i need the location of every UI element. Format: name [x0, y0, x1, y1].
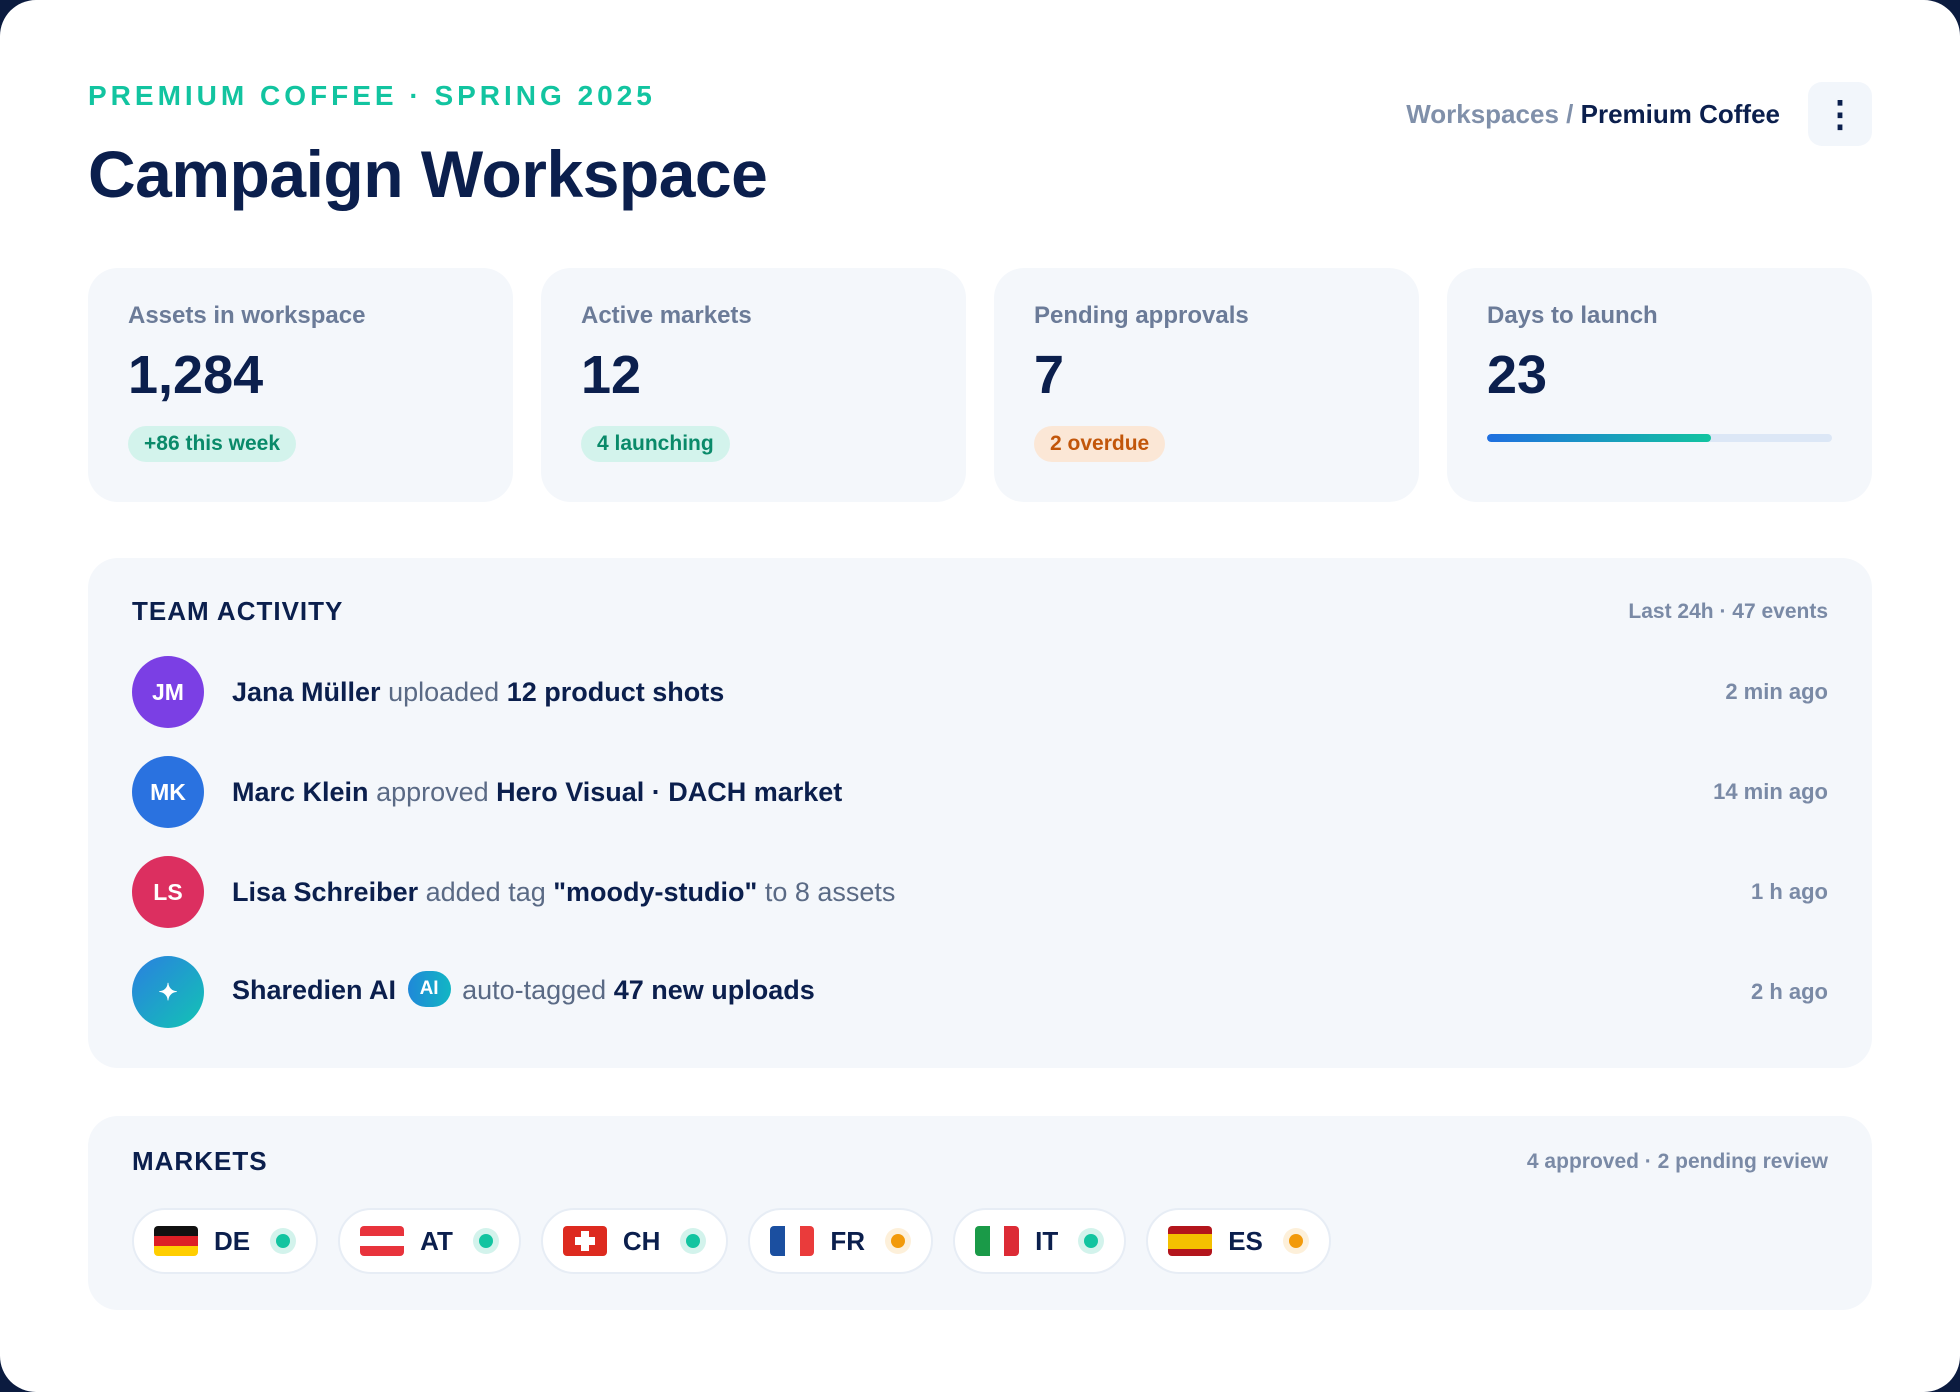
switzerland-flag-icon — [562, 1226, 607, 1256]
activity-verb: approved — [376, 776, 489, 807]
market-code: FR — [830, 1225, 866, 1256]
breadcrumb-current: Premium Coffee — [1580, 98, 1780, 129]
stat-label: Pending approvals — [1034, 302, 1249, 329]
workspace-window: PREMIUM COFFEE · SPRING 2025 Campaign Wo… — [0, 0, 1960, 1392]
stat-card-markets[interactable]: Active markets 12 4 launching — [541, 268, 966, 502]
launch-progress-fill — [1487, 434, 1712, 442]
activity-item[interactable]: MK Marc Klein approved Hero Visual · DAC… — [132, 756, 1828, 828]
market-code: CH — [622, 1225, 661, 1256]
activity-item[interactable]: JM Jana Müller uploaded 12 product shots… — [132, 656, 1828, 728]
italy-flag-icon — [975, 1226, 1020, 1256]
stat-card-approvals[interactable]: Pending approvals 7 2 overdue — [994, 268, 1419, 502]
activity-object: 12 product shots — [506, 676, 725, 707]
header-actions: Workspaces / Premium Coffee ⋮ — [1406, 82, 1872, 146]
market-list: DE AT CH FR IT ES — [132, 1208, 1331, 1274]
ai-badge: AI — [407, 971, 451, 1007]
activity-object: "moody-studio" — [553, 876, 758, 907]
page-header: PREMIUM COFFEE · SPRING 2025 Campaign Wo… — [88, 80, 1872, 220]
activity-actor: Lisa Schreiber — [232, 876, 419, 907]
market-code: DE — [214, 1225, 251, 1256]
activity-item[interactable]: ✦ Sharedien AI AI auto-tagged 47 new upl… — [132, 956, 1828, 1028]
markets-panel: MARKETS 4 approved · 2 pending review DE… — [88, 1116, 1872, 1310]
breadcrumb-separator: / — [1566, 98, 1574, 129]
approved-status-icon — [680, 1228, 707, 1254]
activity-text: Sharedien AI AI auto-tagged 47 new uploa… — [232, 971, 815, 1010]
pending-status-icon — [1282, 1228, 1309, 1254]
stat-value: 23 — [1487, 345, 1548, 405]
activity-object: Hero Visual · DACH market — [496, 776, 843, 807]
stat-label: Days to launch — [1487, 302, 1658, 329]
stat-card-launch[interactable]: Days to launch 23 — [1447, 268, 1872, 502]
market-pill-es[interactable]: ES — [1146, 1208, 1331, 1274]
avatar: LS — [132, 856, 204, 928]
stat-label: Assets in workspace — [128, 302, 366, 329]
launch-progress-bar — [1487, 434, 1832, 442]
stat-value: 1,284 — [128, 345, 264, 405]
activity-time: 2 h ago — [1750, 979, 1828, 1004]
stat-delta-badge: +86 this week — [128, 426, 296, 462]
market-pill-at[interactable]: AT — [338, 1208, 521, 1274]
activity-title: TEAM ACTIVITY — [132, 596, 344, 626]
approved-status-icon — [472, 1228, 499, 1254]
stat-label: Active markets — [581, 302, 752, 329]
activity-actor: Sharedien AI — [232, 975, 397, 1006]
market-code: ES — [1228, 1225, 1263, 1256]
stat-card-assets[interactable]: Assets in workspace 1,284 +86 this week — [88, 268, 513, 502]
activity-time: 2 min ago — [1725, 679, 1828, 704]
market-pill-fr[interactable]: FR — [748, 1208, 934, 1274]
vertical-dots-icon: ⋮ — [1822, 93, 1858, 134]
market-pill-de[interactable]: DE — [132, 1208, 319, 1274]
market-code: AT — [420, 1225, 453, 1256]
sparkle-icon: ✦ — [132, 956, 204, 1028]
breadcrumb: Workspaces / Premium Coffee — [1406, 99, 1780, 130]
avatar: MK — [132, 756, 204, 828]
activity-time: 1 h ago — [1750, 879, 1828, 904]
activity-verb: uploaded — [388, 676, 500, 707]
activity-actor: Jana Müller — [232, 676, 381, 707]
activity-meta: Last 24h · 47 events — [1628, 599, 1828, 623]
activity-verb: added tag — [425, 876, 546, 907]
activity-time: 14 min ago — [1713, 779, 1828, 804]
germany-flag-icon — [154, 1226, 198, 1256]
activity-verb: auto-tagged — [462, 975, 607, 1006]
market-code: IT — [1035, 1225, 1059, 1256]
activity-text: Jana Müller uploaded 12 product shots — [232, 677, 724, 708]
stat-launching-badge: 4 launching — [581, 426, 730, 462]
market-pill-ch[interactable]: CH — [540, 1208, 729, 1274]
activity-text: Marc Klein approved Hero Visual · DACH m… — [232, 777, 842, 808]
approved-status-icon — [270, 1228, 297, 1254]
breadcrumb-workspaces[interactable]: Workspaces — [1406, 99, 1559, 129]
markets-title: MARKETS — [132, 1146, 268, 1176]
page-title: Campaign Workspace — [88, 137, 768, 211]
avatar: JM — [132, 656, 204, 728]
spain-flag-icon — [1168, 1226, 1213, 1256]
activity-suffix: to 8 assets — [764, 876, 896, 907]
activity-actor: Marc Klein — [232, 776, 369, 807]
markets-header: MARKETS 4 approved · 2 pending review — [132, 1146, 1828, 1177]
stat-overdue-badge: 2 overdue — [1034, 426, 1166, 462]
stats-row: Assets in workspace 1,284 +86 this week … — [88, 268, 1872, 502]
stat-value: 12 — [581, 345, 642, 405]
activity-text: Lisa Schreiber added tag "moody-studio" … — [232, 877, 895, 908]
activity-item[interactable]: LS Lisa Schreiber added tag "moody-studi… — [132, 856, 1828, 928]
market-pill-it[interactable]: IT — [953, 1208, 1127, 1274]
markets-meta: 4 approved · 2 pending review — [1526, 1149, 1828, 1173]
austria-flag-icon — [360, 1226, 405, 1256]
team-activity-panel: TEAM ACTIVITY Last 24h · 47 events JM Ja… — [88, 558, 1872, 1068]
activity-object: 47 new uploads — [613, 975, 815, 1006]
activity-header: TEAM ACTIVITY Last 24h · 47 events — [132, 596, 1828, 627]
stat-value: 7 — [1034, 345, 1065, 405]
approved-status-icon — [1078, 1228, 1105, 1254]
more-options-button[interactable]: ⋮ — [1808, 82, 1872, 146]
france-flag-icon — [770, 1226, 815, 1256]
pending-status-icon — [885, 1228, 912, 1254]
